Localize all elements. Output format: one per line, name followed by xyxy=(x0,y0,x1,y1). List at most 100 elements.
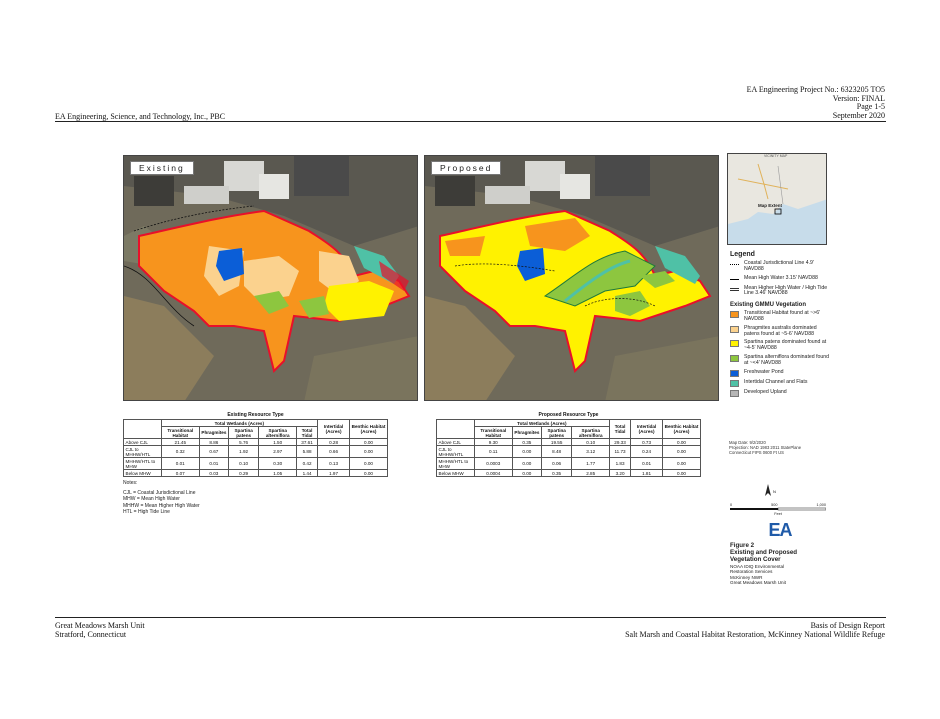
column-header: Intertidal (Acres) xyxy=(630,419,664,439)
row-label: Above CJL xyxy=(123,438,162,446)
figure-title-2: Vegetation Cover xyxy=(730,556,781,563)
table-cell: 0.00 xyxy=(662,457,701,470)
legend-item-label: Spartina alterniflora dominated found at… xyxy=(744,353,830,366)
table-cell: 0.24 xyxy=(630,445,664,458)
column-header: Intertidal (Acres) xyxy=(317,419,351,439)
table-cell: 0.32 xyxy=(160,445,200,458)
row-label: CJL to MHHW/HTL xyxy=(123,445,162,458)
table-row: Below MHW 0.0004 0.00 0.35 2.85 3.20 1.8… xyxy=(436,469,701,477)
table-cell: 5.88 xyxy=(296,445,319,458)
table-cell: 0.0004 xyxy=(473,469,513,477)
map-extent-label: Map Extent xyxy=(758,203,783,208)
legend-item-label: Transitional Habitat found at ~>6' NAVD8… xyxy=(744,310,821,322)
legend-item: Intertidal Channel and Flats xyxy=(730,378,830,387)
legend-item: Spartina alterniflora dominated found at… xyxy=(730,353,830,367)
swatch-icon xyxy=(730,311,739,319)
table-corner xyxy=(436,419,475,439)
column-header: Phragmites xyxy=(511,426,542,439)
table-cell: 0.66 xyxy=(317,445,351,458)
table-cell: 0.10 xyxy=(571,438,611,446)
footer-unit: Great Meadows Marsh Unit xyxy=(55,621,145,630)
table-cell: 1.44 xyxy=(296,469,319,477)
legend-line-mhhw: Mean Higher High Water / High Tide Line … xyxy=(730,284,830,298)
table-cell: 0.73 xyxy=(630,438,664,446)
existing-map-label: Existing xyxy=(130,161,194,175)
swatch-icon xyxy=(730,325,739,333)
table-cell: 0.00 xyxy=(662,469,701,477)
swatch-icon xyxy=(730,354,739,362)
table-cell: 1.50 xyxy=(258,438,298,446)
existing-map-image xyxy=(124,156,417,400)
swatch-icon xyxy=(730,389,739,397)
row-label: MHHW/HTL to MHW xyxy=(123,457,162,470)
column-header: Phragmites xyxy=(198,426,229,439)
legend-line-label: Mean High Water 3.15' NAVD88 xyxy=(744,274,818,281)
legend-line-label: Mean Higher High Water / High Tide Line … xyxy=(744,284,828,297)
legend-item: Phragmites australis dominated patens fo… xyxy=(730,324,830,338)
table-row: Above CJL 9.30 0.35 19.55 0.10 29.33 0.7… xyxy=(436,438,701,446)
header-right: EA Engineering Project No.: 6323205 TO5 … xyxy=(747,85,885,120)
table-cell: 11.73 xyxy=(609,445,632,458)
footer-left: Great Meadows Marsh Unit Stratford, Conn… xyxy=(55,621,145,639)
table-cell: 0.42 xyxy=(296,457,319,470)
swatch-icon xyxy=(730,340,739,348)
row-label: Below MHW xyxy=(123,469,162,477)
table-group-header: Total Wetlands (Acres) xyxy=(160,419,319,427)
table-cell: 1.81 xyxy=(630,469,664,477)
table-cell: 2.97 xyxy=(258,445,298,458)
table-cell: 0.06 xyxy=(540,457,573,470)
table-cell: 8.86 xyxy=(198,438,229,446)
column-header: Transitional Habitat xyxy=(160,426,200,439)
table-cell: 1.77 xyxy=(571,457,611,470)
legend-item: Developed Upland xyxy=(730,389,830,397)
table-group-header: Total Wetlands (Acres) xyxy=(473,419,611,427)
figure-sub-4: Great Meadows Marsh Unit xyxy=(730,580,786,586)
table-cell: 0.00 xyxy=(349,469,388,477)
proposed-table-caption: Proposed Resource Type xyxy=(538,412,599,418)
ea-logo: EA xyxy=(730,520,830,541)
table-cell: 0.10 xyxy=(227,457,260,470)
table-cell: 1.05 xyxy=(258,469,298,477)
existing-table-caption: Existing Resource Type xyxy=(227,412,284,418)
company-name: EA Engineering, Science, and Technology,… xyxy=(55,112,226,121)
proposed-resource-table: Proposed Resource Type Total Wetlands (A… xyxy=(436,412,701,477)
row-label: CJL to MHHW/HTL xyxy=(436,445,475,458)
table-cell: 37.61 xyxy=(296,438,319,446)
table-cell: 3.20 xyxy=(609,469,632,477)
scale-bar-graphic xyxy=(730,507,827,511)
table-cell: 0.00 xyxy=(511,445,542,458)
table-row: Below MHW 0.07 0.03 0.29 1.05 1.44 1.97 … xyxy=(123,469,388,477)
table-cell: 0.01 xyxy=(160,457,200,470)
table-cell: 0.28 xyxy=(317,438,351,446)
table-cell: 2.85 xyxy=(571,469,611,477)
footer-location: Stratford, Connecticut xyxy=(55,630,127,639)
legend-line-cjl: Coastal Jurisdictional Line 4.9' NAVD88 xyxy=(730,260,830,273)
table-cell: 19.55 xyxy=(540,438,573,446)
table-cell: 0.00 xyxy=(662,445,701,458)
footer-project: Salt Marsh and Coastal Habitat Restorati… xyxy=(625,630,885,639)
legend-line-label: Coastal Jurisdictional Line 4.9' NAVD88 xyxy=(744,260,814,272)
table-cell: 0.01 xyxy=(630,457,664,470)
proposed-map: Proposed xyxy=(424,155,719,401)
legend-item-label: Phragmites australis dominated patens fo… xyxy=(744,324,817,337)
table-row: MHHW/HTL to MHW 0.0003 0.00 0.06 1.77 1.… xyxy=(436,457,701,470)
map-metadata: Map Date: 9/2/2020 Projection: NAD 1983 … xyxy=(729,440,801,455)
column-header: Total Tidal xyxy=(609,419,632,439)
table-cell: 0.01 xyxy=(198,457,229,470)
table-row: MHHW/HTL to MHW 0.01 0.01 0.10 0.30 0.42… xyxy=(123,457,388,470)
header-rule xyxy=(55,121,886,122)
table-cell: 0.13 xyxy=(317,457,351,470)
table-cell: 0.00 xyxy=(349,457,388,470)
table-cell: 1.92 xyxy=(227,445,260,458)
north-arrow: N xyxy=(764,484,776,499)
scale-bar: 0 500 1,000 Feet xyxy=(730,503,827,516)
legend-item: Spartina patens dominated found at ~4-5'… xyxy=(730,340,830,352)
column-header: Transitional Habitat xyxy=(473,426,513,439)
legend-item-label: Intertidal Channel and Flats xyxy=(744,378,808,385)
table-cell: 0.07 xyxy=(160,469,200,477)
column-header: Benthic Habitat (Acres) xyxy=(349,419,388,439)
row-label: Above CJL xyxy=(436,438,475,446)
table-cell: 0.67 xyxy=(198,445,229,458)
legend-item-label: Spartina patens dominated found at ~4-5'… xyxy=(744,339,827,352)
table-cell: 0.30 xyxy=(258,457,298,470)
